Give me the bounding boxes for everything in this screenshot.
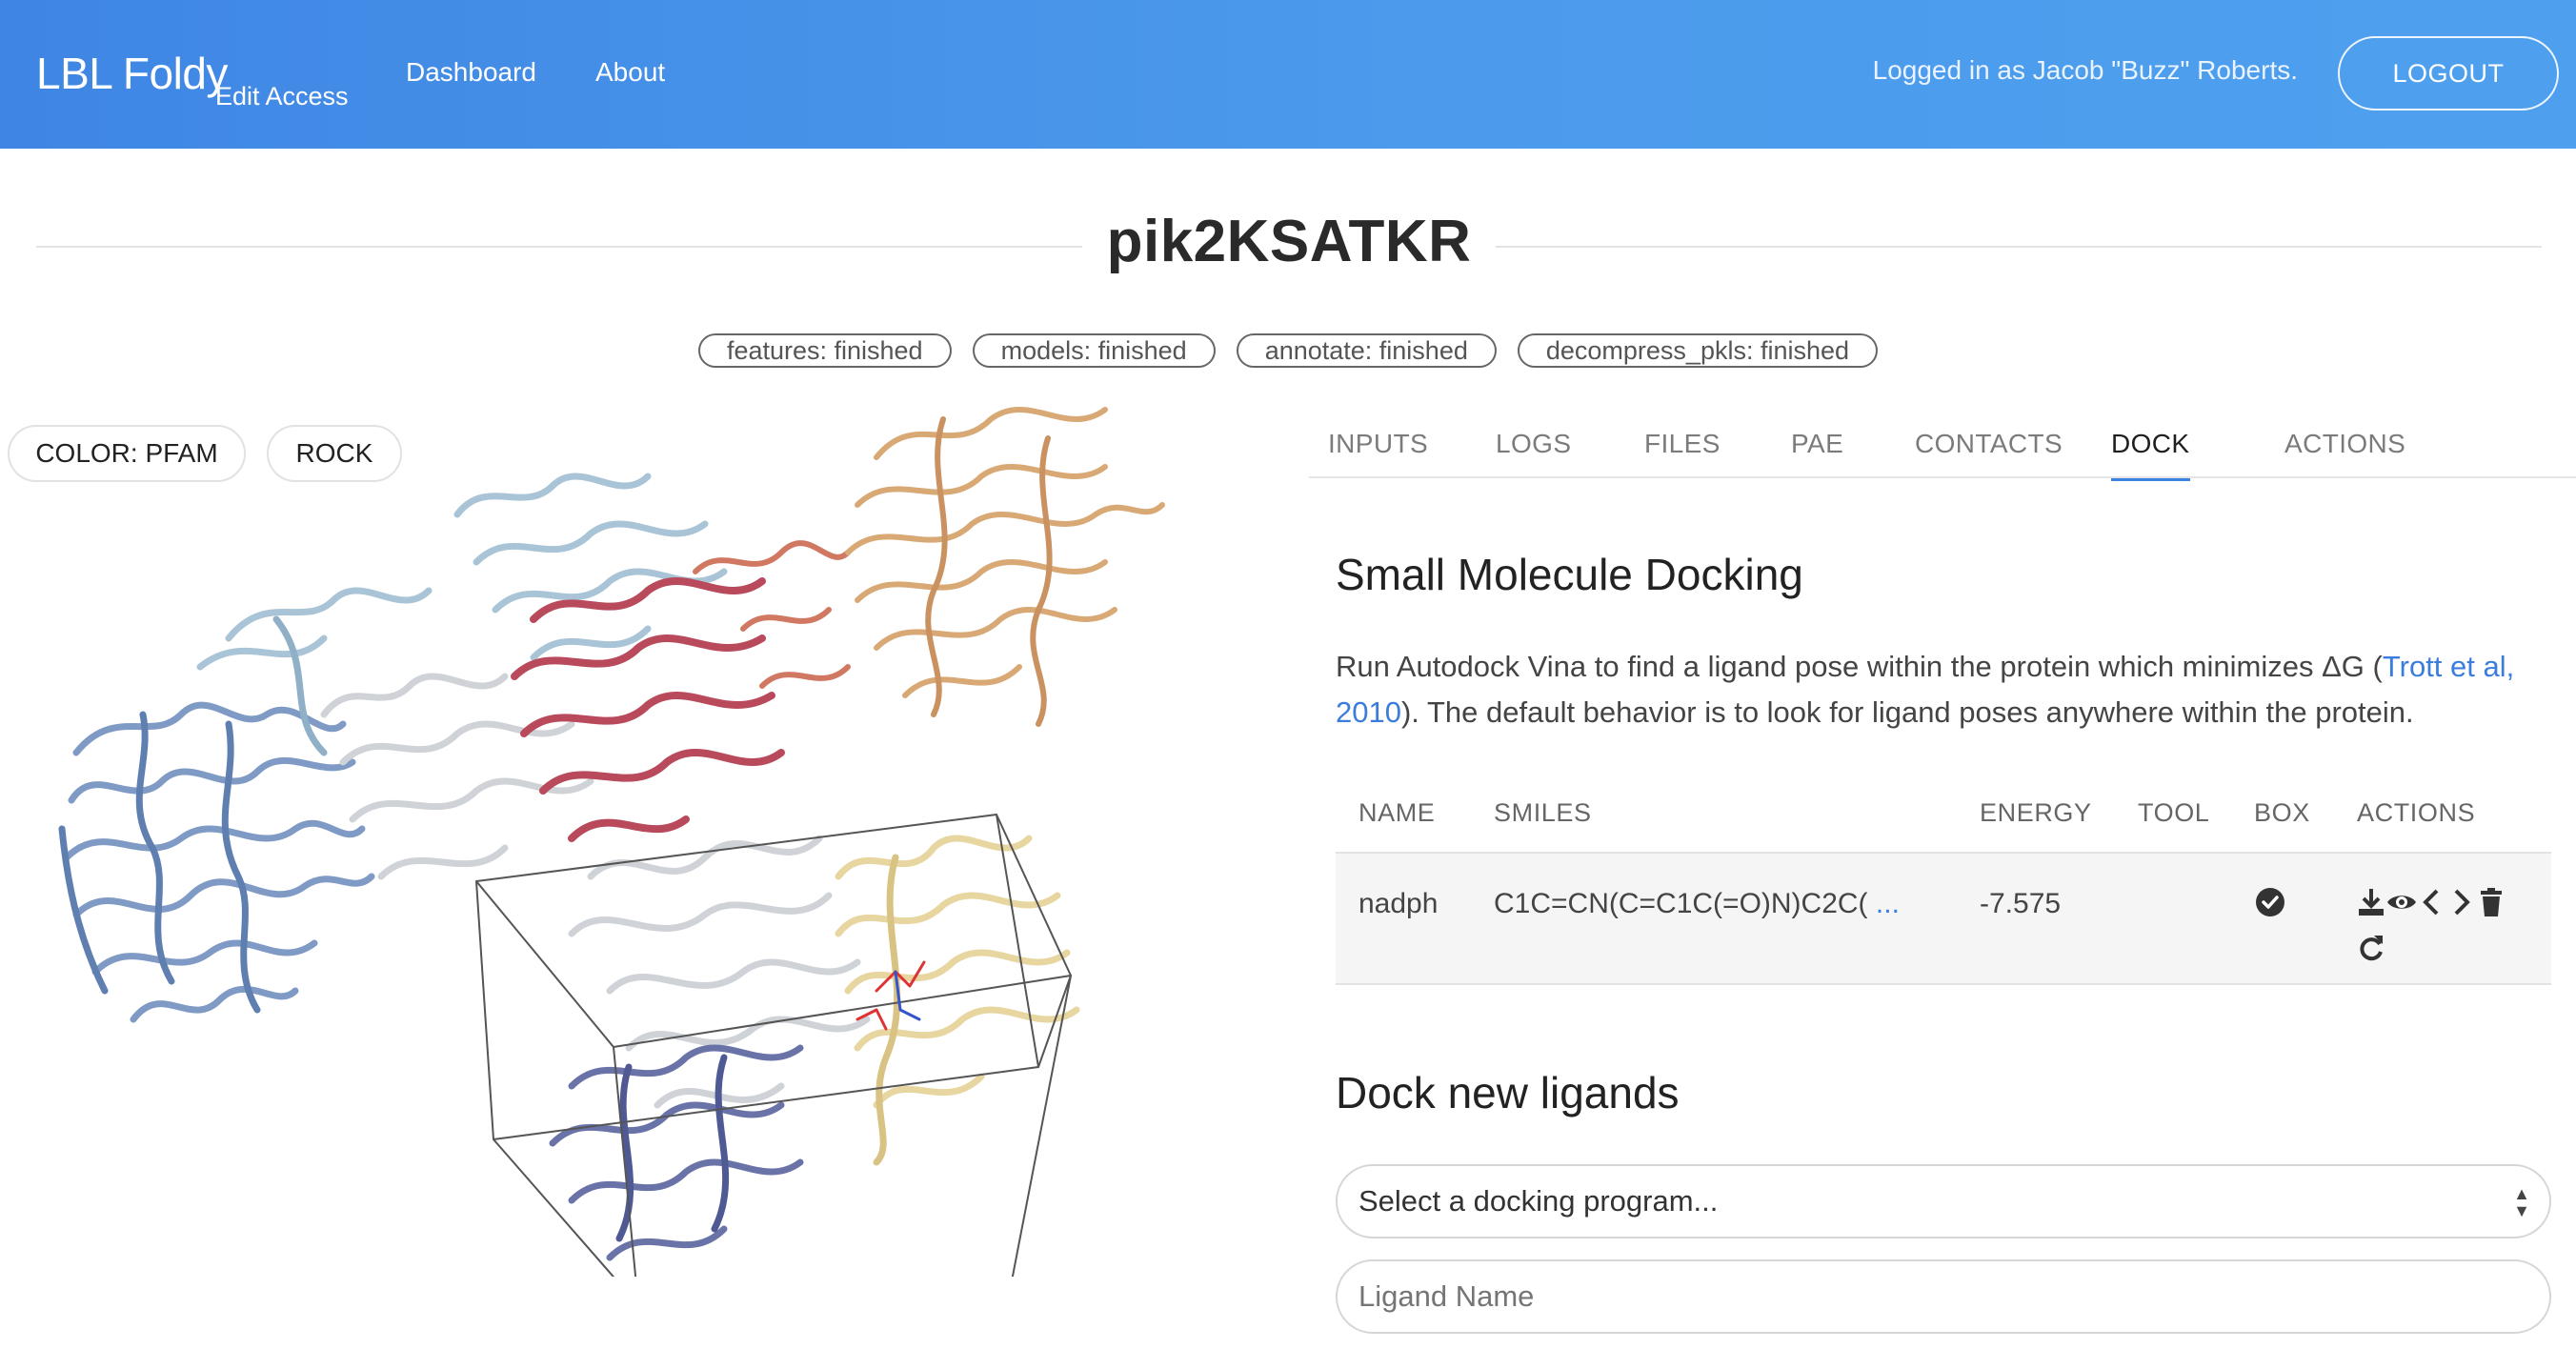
column-header-actions: ACTIONS [2357,798,2476,827]
column-header-smiles: SMILES [1494,798,1592,827]
status-chip-decompress-pkls: decompress_pkls: finished [1517,333,1879,368]
status-chip-annotate: annotate: finished [1236,333,1497,368]
redo-icon[interactable] [2355,932,2387,964]
domain-salmon [693,540,851,689]
title-divider-right [1496,246,2542,248]
dock-new-ligands-heading: Dock new ligands [1336,1068,1680,1117]
smiles-expand-link[interactable]: ... [1876,888,1900,919]
protein-structure-viewer[interactable] [38,400,1277,1277]
top-navbar: LBL Foldy Edit Access Dashboard About Lo… [0,0,2576,149]
table-header-row: NAME SMILES ENERGY TOOL BOX ACTIONS [1336,779,2551,852]
column-header-tool: TOOL [2138,798,2210,827]
nav-about-link[interactable]: About [595,57,665,88]
docking-program-select-value: Select a docking program... [1358,1184,1719,1218]
domain-red-core [511,577,785,842]
status-chip-models: models: finished [972,333,1216,368]
logout-button[interactable]: LOGOUT [2338,36,2559,111]
tab-files[interactable]: FILES [1644,429,1721,478]
status-chip-row: features: finished models: finished anno… [0,333,2576,368]
status-chip-features: features: finished [697,333,952,368]
tab-dock[interactable]: DOCK [2111,429,2190,481]
app-brand[interactable]: LBL Foldy [36,48,228,99]
eye-icon[interactable] [2385,886,2418,918]
tab-contacts[interactable]: CONTACTS [1915,429,2063,478]
tab-actions[interactable]: ACTIONS [2284,429,2405,478]
energy-cell: -7.575 [1980,888,2062,919]
logged-in-user-text: Logged in as Jacob "Buzz" Roberts. [1872,55,2298,85]
domain-grey-center [320,673,871,1109]
docking-box-outline [475,814,1072,1277]
column-header-box: BOX [2254,798,2310,827]
tab-pae[interactable]: PAE [1791,429,1843,478]
smiles-cell: C1C=CN(C=C1C(=O)N)C2C( ... [1494,888,1900,920]
color-scheme-button[interactable]: COLOR: PFAM [8,425,246,482]
docking-description-text-end: ). The default behavior is to look for l… [1400,695,2414,729]
docking-description: Run Autodock Vina to find a ligand pose … [1336,644,2546,735]
column-header-energy: ENERGY [1980,798,2092,827]
nav-dashboard-link[interactable]: Dashboard [406,57,536,88]
select-arrows-icon: ▲ ▼ [2513,1184,2530,1220]
domain-pale-yellow [835,835,1080,1166]
docking-results-table: NAME SMILES ENERGY TOOL BOX ACTIONS nadp… [1336,779,2551,985]
chevron-right-icon[interactable] [2445,886,2477,918]
download-icon[interactable] [2355,886,2387,918]
page-title: pik2KSATKR [1106,209,1472,274]
smiles-text: C1C=CN(C=C1C(=O)N)C2C( [1494,888,1868,919]
tab-inputs[interactable]: INPUTS [1328,429,1428,478]
docking-program-select[interactable]: Select a docking program... ▲ ▼ [1336,1164,2551,1238]
domain-orange-top-right [845,407,1165,727]
domain-navy-bottom [549,1044,804,1261]
chevron-left-icon[interactable] [2416,886,2448,918]
trash-icon[interactable] [2475,886,2507,918]
tab-logs[interactable]: LOGS [1496,429,1571,478]
fold-tabs: INPUTS LOGS FILES PAE CONTACTS DOCK ACTI… [1309,400,2576,481]
title-divider-left [36,246,1082,248]
column-header-name: NAME [1358,798,1436,827]
access-level-label: Edit Access [215,82,349,111]
docking-description-text: Run Autodock Vina to find a ligand pose … [1336,650,2383,683]
check-circle-icon [2256,888,2284,916]
ligand-name-cell: nadph [1358,888,1439,919]
rock-toggle-button[interactable]: ROCK [267,425,402,482]
table-row: nadph C1C=CN(C=C1C(=O)N)C2C( ... -7.575 [1336,852,2551,985]
docking-heading: Small Molecule Docking [1336,550,1803,599]
ligand-name-input[interactable] [1336,1259,2551,1334]
